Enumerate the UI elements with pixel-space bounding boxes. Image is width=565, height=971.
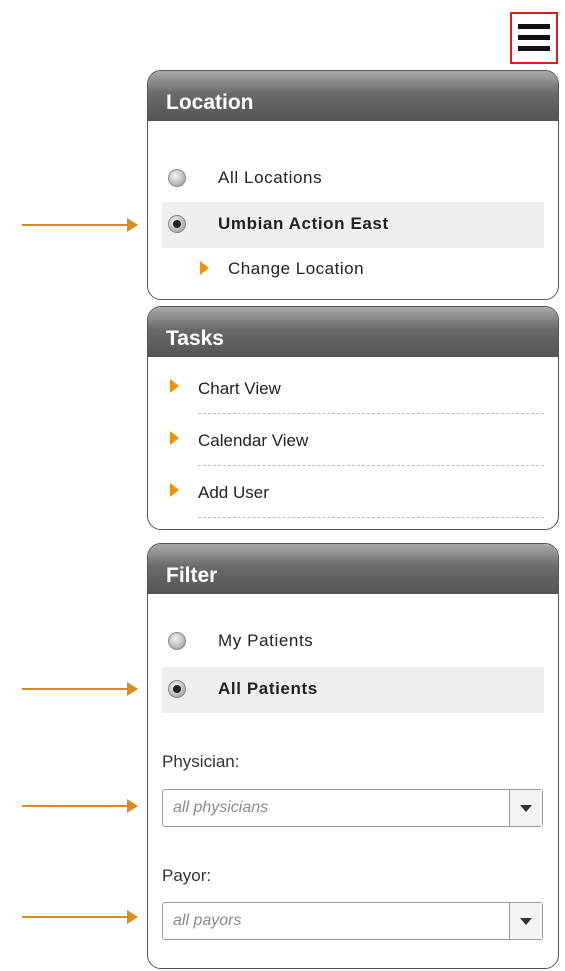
task-chart-view[interactable]: Chart View <box>170 361 544 414</box>
location-panel: Location All Locations Umbian Action Eas… <box>147 70 559 300</box>
menu-bar <box>518 24 550 29</box>
payor-select[interactable]: all payors <box>162 902 543 940</box>
physician-label: Physician: <box>162 752 240 771</box>
menu-bar <box>518 35 550 40</box>
menu-bar <box>518 46 550 51</box>
radio-unselected-icon[interactable] <box>168 632 186 650</box>
annotation-arrow-icon <box>22 218 138 232</box>
filter-panel-title: Filter <box>166 564 218 587</box>
arrow-right-icon <box>170 379 179 393</box>
location-option-selected[interactable]: Umbian Action East <box>162 202 544 248</box>
task-label: Calendar View <box>198 431 309 450</box>
task-calendar-view[interactable]: Calendar View <box>170 413 544 466</box>
arrow-right-icon <box>170 483 179 497</box>
location-panel-header: Location <box>148 71 558 121</box>
filter-option-label: My Patients <box>218 631 314 650</box>
filter-option-all-patients[interactable]: All Patients <box>162 667 544 713</box>
location-option-label: All Locations <box>218 168 323 187</box>
annotation-arrow-icon <box>22 799 138 813</box>
task-add-user[interactable]: Add User <box>170 465 544 518</box>
tasks-panel-header: Tasks <box>148 307 558 357</box>
annotation-arrow-icon <box>22 682 138 696</box>
task-label: Add User <box>198 483 269 502</box>
chevron-down-icon[interactable] <box>509 903 542 939</box>
tasks-panel: Tasks Chart View Calendar View Add User <box>147 306 559 530</box>
location-panel-title: Location <box>166 91 254 114</box>
task-label: Chart View <box>198 379 281 398</box>
radio-selected-icon[interactable] <box>168 215 186 233</box>
filter-panel: Filter My Patients All Patients Physicia… <box>147 543 559 969</box>
radio-unselected-icon[interactable] <box>168 169 186 187</box>
filter-option-label: All Patients <box>218 679 318 698</box>
change-location-link[interactable]: Change Location <box>200 259 420 283</box>
location-option-label: Umbian Action East <box>218 214 389 233</box>
physician-select[interactable]: all physicians <box>162 789 543 827</box>
physician-placeholder: all physicians <box>173 799 269 816</box>
filter-panel-header: Filter <box>148 544 558 594</box>
chevron-down-icon[interactable] <box>509 790 542 826</box>
arrow-right-icon <box>200 261 209 275</box>
annotation-arrow-icon <box>22 910 138 924</box>
location-option-all[interactable]: All Locations <box>162 156 544 202</box>
tasks-panel-title: Tasks <box>166 327 224 350</box>
arrow-right-icon <box>170 431 179 445</box>
hamburger-menu-icon[interactable] <box>510 12 558 64</box>
change-location-label: Change Location <box>228 259 365 278</box>
filter-option-my-patients[interactable]: My Patients <box>162 619 544 665</box>
payor-placeholder: all payors <box>173 912 242 929</box>
payor-label: Payor: <box>162 866 212 885</box>
radio-selected-icon[interactable] <box>168 680 186 698</box>
